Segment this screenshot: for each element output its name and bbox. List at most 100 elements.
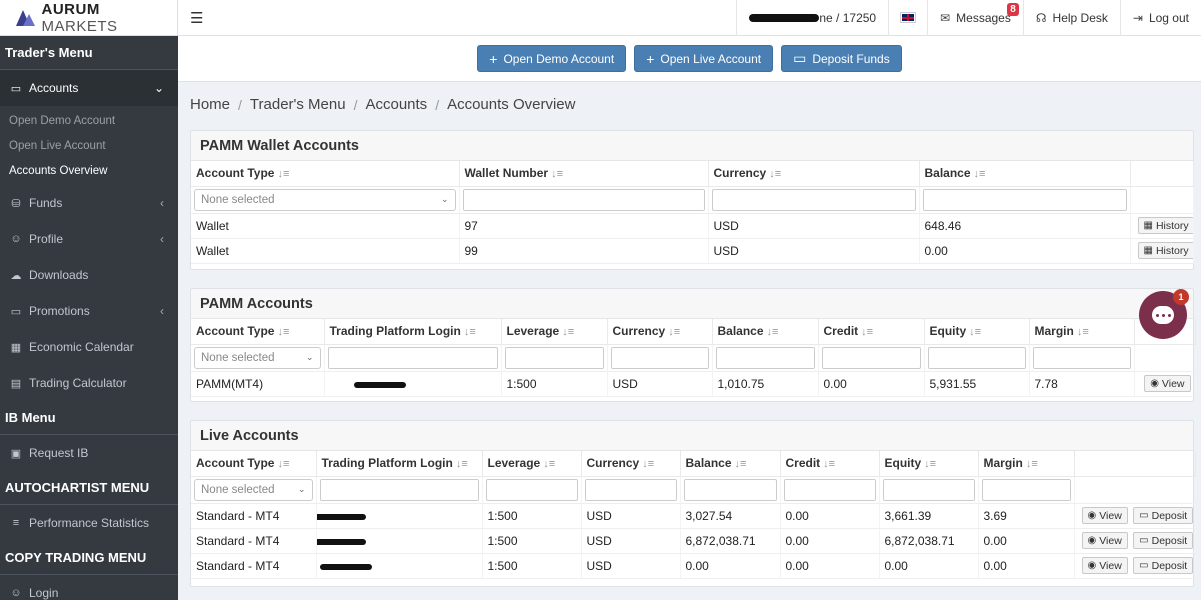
sort-icon: ↓≡ [562, 326, 575, 339]
users-icon: ☺ [10, 587, 22, 599]
sidebar-item-performance-statistics[interactable]: ≡ Performance Statistics [0, 505, 178, 541]
view-button[interactable]: ◉ View [1081, 557, 1128, 574]
account-type-filter-select[interactable]: None selected ⌄ [194, 478, 313, 501]
leverage-filter-input[interactable] [504, 346, 604, 369]
balance-filter-input[interactable] [922, 188, 1127, 211]
margin-filter-input[interactable] [981, 478, 1071, 501]
column-header[interactable]: Credit ↓≡ [818, 319, 925, 345]
sidebar-item-funds[interactable]: ⛁ Funds ‹ [0, 185, 178, 221]
view-button[interactable]: ◉ View [1081, 532, 1128, 549]
sidebar-item-login[interactable]: ☺ Login [0, 575, 178, 600]
ib-menu-header: IB Menu [0, 401, 178, 435]
history-button[interactable]: ▦ History [1137, 242, 1192, 259]
traders-menu-header: Trader's Menu [0, 36, 178, 70]
redacted-login [316, 513, 366, 520]
brand-name-light: MARKETS [41, 17, 118, 35]
margin-filter-input[interactable] [1032, 346, 1131, 369]
sidebar-item-label: Login [29, 586, 59, 600]
chat-widget-button[interactable]: 1 [1139, 289, 1189, 339]
column-header[interactable]: Currency ↓≡ [708, 161, 920, 187]
column-header[interactable]: Trading Platform Login ↓≡ [316, 451, 483, 477]
login-filter-input[interactable] [327, 346, 498, 369]
folder-icon: ▭ [10, 82, 22, 95]
leverage-filter-input[interactable] [485, 478, 578, 501]
history-button[interactable]: ▦ History [1137, 217, 1192, 234]
breadcrumb-accounts[interactable]: Accounts [365, 96, 427, 113]
deposit-button[interactable]: ▭ Deposit [1133, 532, 1194, 549]
column-header[interactable]: Account Type ↓≡ [191, 319, 325, 345]
column-header[interactable]: Leverage ↓≡ [482, 451, 582, 477]
column-header[interactable]: Leverage ↓≡ [501, 319, 608, 345]
logout-link[interactable]: ⇥ Log out [1119, 0, 1201, 36]
column-header[interactable]: Balance ↓≡ [919, 161, 1131, 187]
language-selector[interactable] [888, 0, 927, 36]
breadcrumb-traders-menu[interactable]: Trader's Menu [250, 96, 346, 113]
calendar-icon: ▦ [10, 341, 22, 354]
sidebar-subitem-accounts-overview[interactable]: Accounts Overview [0, 158, 178, 183]
column-header[interactable]: Balance ↓≡ [712, 319, 819, 345]
column-header[interactable]: Account Type ↓≡ [191, 161, 460, 187]
sidebar-item-request-ib[interactable]: ▣ Request IB [0, 435, 178, 471]
sidebar-item-downloads[interactable]: ☁ Downloads [0, 257, 178, 293]
help-desk-link[interactable]: ☊ Help Desk [1022, 0, 1120, 36]
sidebar-item-label: Promotions [29, 304, 90, 318]
hamburger-menu-icon[interactable]: ☰ [190, 9, 203, 27]
card-title: PAMM Wallet Accounts [191, 131, 1193, 161]
action-bar: + Open Demo Account + Open Live Account … [178, 36, 1201, 82]
column-header[interactable]: Margin ↓≡ [978, 451, 1075, 477]
sidebar-item-promotions[interactable]: ▭ Promotions ‹ [0, 293, 178, 329]
currency-filter-input[interactable] [610, 346, 709, 369]
column-header[interactable]: Credit ↓≡ [780, 451, 880, 477]
table-icon: ▦ [1143, 245, 1153, 256]
column-header[interactable]: Equity ↓≡ [879, 451, 979, 477]
credit-filter-input[interactable] [783, 478, 876, 501]
sidebar-item-trading-calculator[interactable]: ▤ Trading Calculator [0, 365, 178, 401]
equity-filter-input[interactable] [882, 478, 975, 501]
sidebar-item-economic-calendar[interactable]: ▦ Economic Calendar [0, 329, 178, 365]
sidebar-item-accounts[interactable]: ▭ Accounts ⌄ [0, 70, 178, 106]
column-header[interactable]: Currency ↓≡ [581, 451, 681, 477]
sidebar-item-label: Economic Calendar [29, 340, 134, 354]
account-type-filter-select[interactable]: None selected ⌄ [194, 346, 321, 369]
deposit-funds-button[interactable]: ▭ Deposit Funds [781, 45, 902, 72]
credit-filter-input[interactable] [821, 346, 921, 369]
open-live-account-button[interactable]: + Open Live Account [634, 45, 774, 72]
deposit-button[interactable]: ▭ Deposit [1133, 557, 1194, 574]
column-header[interactable]: Currency ↓≡ [607, 319, 713, 345]
sidebar-subitem-open-demo[interactable]: Open Demo Account [0, 108, 178, 133]
currency-filter-input[interactable] [584, 478, 677, 501]
breadcrumb-accounts-overview: Accounts Overview [447, 96, 576, 113]
chevron-down-icon: ⌄ [440, 194, 449, 204]
deposit-button[interactable]: ▭ Deposit [1133, 507, 1194, 524]
column-header[interactable]: Trading Platform Login ↓≡ [324, 319, 502, 345]
uk-flag-icon [900, 12, 917, 23]
eye-icon: ◉ [1087, 535, 1097, 546]
sort-icon: ↓≡ [551, 168, 563, 181]
user-info[interactable]: ne / 17250 [736, 0, 888, 36]
chat-bubble-icon [1152, 306, 1174, 324]
balance-filter-input[interactable] [715, 346, 815, 369]
column-header[interactable]: Wallet Number ↓≡ [459, 161, 709, 187]
view-button[interactable]: ◉ View [1081, 507, 1128, 524]
column-header[interactable]: Balance ↓≡ [680, 451, 781, 477]
wallet-number-filter-input[interactable] [462, 188, 705, 211]
coins-icon: ⛁ [11, 197, 21, 210]
open-demo-account-button[interactable]: + Open Demo Account [477, 45, 627, 72]
equity-filter-input[interactable] [927, 346, 1026, 369]
login-filter-input[interactable] [319, 478, 479, 501]
column-header[interactable]: Equity ↓≡ [924, 319, 1030, 345]
column-header[interactable]: Margin ↓≡ [1029, 319, 1135, 345]
messages-link[interactable]: ✉ Messages 8 [927, 0, 1023, 36]
account-type-filter-select[interactable]: None selected ⌄ [194, 188, 456, 211]
column-header[interactable]: Account Type ↓≡ [191, 451, 317, 477]
briefcase-icon: ▣ [10, 447, 22, 460]
table-row: Wallet 97 USD 648.46 ▦ History [191, 213, 1194, 239]
balance-filter-input[interactable] [683, 478, 777, 501]
breadcrumb-home[interactable]: Home [190, 96, 230, 113]
view-button[interactable]: ◉ View [1144, 375, 1191, 392]
currency-filter-input[interactable] [711, 188, 916, 211]
eye-icon: ◉ [1150, 378, 1159, 389]
sidebar-subitem-open-live[interactable]: Open Live Account [0, 133, 178, 158]
brand-logo[interactable]: AURUM MARKETS [0, 0, 178, 36]
sidebar-item-profile[interactable]: ☺ Profile ‹ [0, 221, 178, 257]
